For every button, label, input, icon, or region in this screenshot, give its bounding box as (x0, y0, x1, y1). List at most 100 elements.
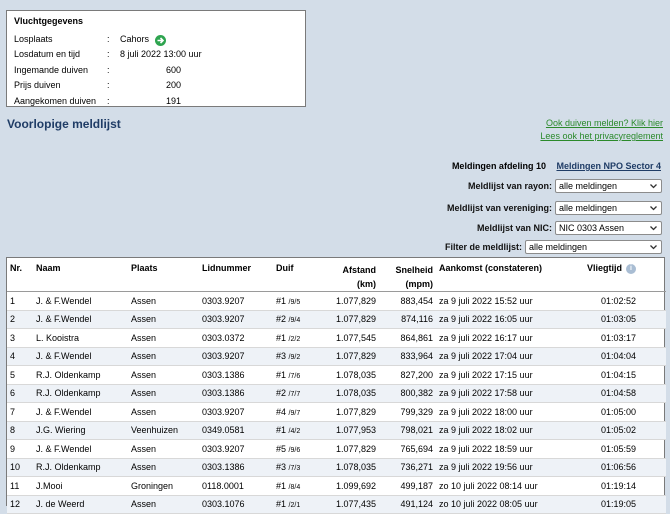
flight-label: Aangekomen duiven (14, 95, 97, 106)
cell-lidnummer: 0303.9207 (202, 295, 245, 306)
cell-vliegtijd: 01:05:00 (600, 406, 636, 417)
flight-value: 8 juli 2022 13:00 uur (120, 49, 202, 60)
cell-nr: 2 (10, 314, 16, 325)
cell-naam: R.J. Oldenkamp (36, 462, 101, 473)
cell-vliegtijd: 01:05:02 (600, 425, 636, 436)
cell-aankomst: zo 10 juli 2022 08:14 uur (439, 480, 538, 491)
cell-vliegtijd: 01:04:58 (600, 388, 636, 399)
afdeling-current-label: Meldingen afdeling 10 (451, 161, 546, 171)
cell-snelheid: 798,021 (400, 425, 433, 436)
duif-number: #1 (276, 499, 287, 510)
cell-snelheid: 864,861 (400, 332, 433, 343)
cell-duif: #2 /9/4 (273, 310, 323, 329)
table-row: 8 J.G. Wiering Veenhuizen 0349.0581 #1 /4/2 1… (7, 421, 666, 440)
duif-number: #1 (276, 295, 287, 306)
cell-afstand: 1.099,692 (335, 480, 376, 491)
cell-aankomst: za 9 juli 2022 17:58 uur (439, 388, 533, 399)
col-nr[interactable]: Nr. (7, 258, 33, 292)
cell-duif: #3 /7/3 (273, 458, 323, 477)
cell-aankomst: za 9 juli 2022 18:59 uur (439, 443, 533, 454)
cell-lidnummer: 0303.1386 (202, 369, 245, 380)
flight-value-wrap: Cahors (120, 32, 166, 47)
flight-row-ingemand: Ingemande duiven : 600 (14, 63, 298, 78)
col-aankomst[interactable]: Aankomst (constateren) (436, 258, 572, 292)
cell-nr: 7 (10, 406, 16, 417)
col-snelheid-unit: (mpm) (405, 279, 434, 289)
col-naam[interactable]: Naam (33, 258, 128, 292)
cell-naam: J. & F.Wendel (36, 295, 92, 306)
info-icon[interactable]: i (626, 263, 636, 274)
cell-nr: 12 (10, 499, 21, 510)
table-row: 6 R.J. Oldenkamp Assen 0303.1386 #2 /7/7 1.07… (7, 384, 666, 403)
col-lidnummer[interactable]: Lidnummer (199, 258, 273, 292)
cell-vliegtijd: 01:04:15 (600, 369, 636, 380)
col-duif[interactable]: Duif (273, 258, 323, 292)
duif-number: #1 (276, 332, 287, 343)
chevron-down-icon (650, 226, 657, 231)
flight-row-aangekomen: Aangekomen duiven : 191 (14, 94, 298, 109)
duif-number: #2 (276, 314, 287, 325)
filter-vereniging: Meldlijst van vereniging: alle meldingen (447, 200, 662, 216)
cell-lidnummer: 0303.1386 (202, 462, 245, 473)
cell-afstand: 1.077,829 (335, 314, 376, 325)
cell-snelheid: 499,187 (400, 480, 433, 491)
cell-afstand: 1.077,829 (335, 406, 376, 417)
cell-plaats: Groningen (131, 480, 174, 491)
flight-label: Losplaats (14, 34, 53, 44)
cell-afstand: 1.078,035 (335, 462, 376, 473)
cell-nr: 11 (10, 480, 20, 491)
cell-lidnummer: 0303.9207 (202, 314, 245, 325)
flight-label: Prijs duiven (14, 80, 61, 91)
cell-naam: J. & F.Wendel (36, 314, 92, 325)
rayon-select[interactable]: alle meldingen (555, 179, 662, 193)
meldlijst-select-value: alle meldingen (529, 242, 588, 252)
flight-colon: : (107, 34, 110, 44)
flight-colon: : (107, 64, 110, 75)
filter-meldlijst-label: Filter de meldlijst: (444, 242, 522, 252)
cell-afstand: 1.077,829 (335, 443, 376, 454)
cell-plaats: Assen (131, 314, 157, 325)
cell-aankomst: za 9 juli 2022 19:56 uur (439, 462, 533, 473)
duif-sub: /9/7 (288, 409, 301, 417)
cell-plaats: Assen (131, 462, 157, 473)
cell-aankomst: zo 10 juli 2022 08:05 uur (439, 499, 538, 510)
cell-aankomst: za 9 juli 2022 18:00 uur (439, 406, 533, 417)
duif-number: #1 (276, 369, 287, 380)
duif-number: #1 (276, 480, 287, 491)
cell-aankomst: za 9 juli 2022 15:52 uur (439, 295, 533, 306)
cell-nr: 1 (10, 295, 16, 306)
col-afstand-unit: (km) (356, 279, 376, 289)
cell-nr: 4 (10, 351, 16, 362)
cell-vliegtijd: 01:03:17 (600, 332, 636, 343)
col-snelheid-label: Snelheid (395, 265, 433, 275)
cell-vliegtijd: 01:04:04 (600, 351, 636, 362)
vereniging-select-value: alle meldingen (559, 203, 618, 213)
meldlijst-select[interactable]: alle meldingen (525, 240, 662, 254)
arrow-right-icon[interactable] (154, 35, 166, 47)
sector-link[interactable]: Meldingen NPO Sector 4 (556, 161, 661, 171)
duif-sub: /9/6 (288, 446, 301, 454)
cell-afstand: 1.078,035 (335, 369, 376, 380)
privacy-link[interactable]: Lees ook het privacyreglement (540, 131, 663, 141)
duif-number: #5 (276, 443, 287, 454)
flight-value: 200 (166, 80, 182, 91)
col-afstand[interactable]: Afstand (km) (323, 258, 379, 292)
table-row: 5 R.J. Oldenkamp Assen 0303.1386 #1 /7/6 1.07… (7, 366, 666, 384)
vereniging-select[interactable]: alle meldingen (555, 201, 662, 215)
chevron-down-icon (650, 184, 657, 189)
cell-aankomst: za 9 juli 2022 18:02 uur (439, 425, 533, 436)
cell-vliegtijd: 01:02:52 (600, 295, 636, 306)
col-snelheid[interactable]: Snelheid (mpm) (379, 258, 436, 292)
duif-sub: /9/4 (288, 317, 301, 325)
cell-afstand: 1.078,035 (335, 388, 376, 399)
col-plaats[interactable]: Plaats (128, 258, 199, 292)
report-pigeons-link[interactable]: Ook duiven melden? Klik hier (546, 118, 663, 128)
cell-snelheid: 799,329 (400, 406, 433, 417)
cell-lidnummer: 0303.9207 (202, 406, 245, 417)
table-row: 7 J. & F.Wendel Assen 0303.9207 #4 /9/7 1.077… (7, 403, 666, 421)
cell-nr: 5 (10, 369, 16, 380)
cell-nr: 6 (10, 388, 16, 399)
nic-select[interactable]: NIC 0303 Assen (555, 221, 662, 235)
flight-colon: : (107, 49, 110, 60)
col-vliegtijd[interactable]: Vliegtijd i (572, 258, 666, 292)
